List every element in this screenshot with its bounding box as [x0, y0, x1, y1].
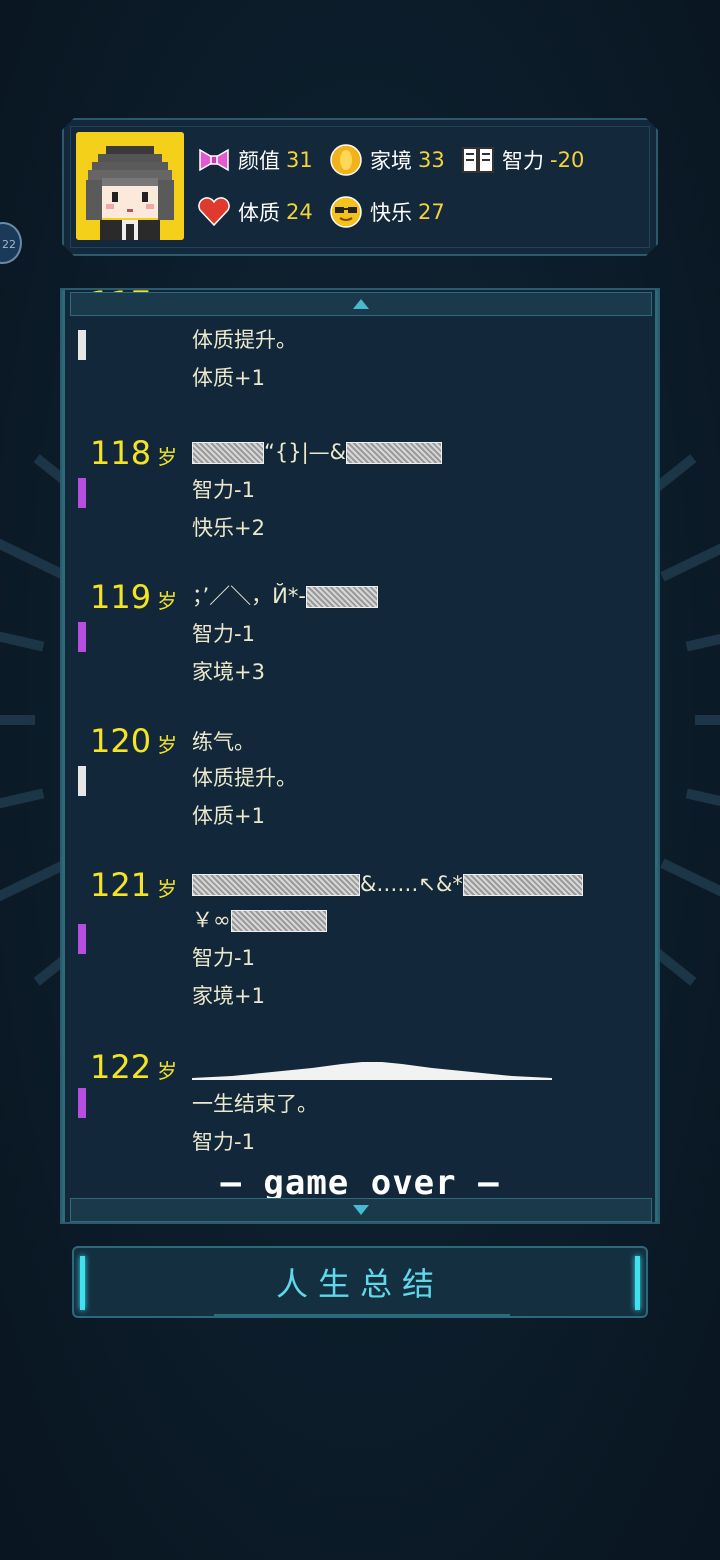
- glitch-block: [230, 910, 327, 932]
- entry-age: 118 岁: [90, 434, 178, 472]
- stat-appearance: 颜值 31: [196, 140, 313, 180]
- flatline-icon: [192, 1062, 552, 1080]
- entry-line: 家境+3: [192, 660, 265, 684]
- pixel-character-icon: [76, 132, 184, 240]
- heart-icon: [196, 194, 232, 230]
- stat-family-value: 33: [418, 148, 445, 172]
- stat-happiness-label: 快乐: [370, 201, 412, 225]
- book-icon: [460, 142, 496, 178]
- arrow-up-icon: [353, 299, 369, 309]
- game-screen: 22 颜值 31 家境 33 智力 -20 体质 24 快乐 27 体质提升。 …: [0, 0, 720, 1560]
- entry-marker: [78, 330, 86, 360]
- entry-line: 家境+1: [192, 984, 265, 1008]
- entry-line: 体质+1: [192, 366, 265, 390]
- entry-glitch-line: ；’／＼，Й*-: [192, 580, 378, 612]
- entry-age: 119 岁: [90, 578, 178, 616]
- entry-glitch-line: ￥∞: [192, 904, 327, 936]
- entry-line: 智力-1: [192, 946, 255, 970]
- scroll-down-button[interactable]: [70, 1198, 652, 1222]
- stat-intelligence-value: -20: [550, 148, 585, 172]
- life-summary-label: 人生总结: [275, 1265, 444, 1303]
- button-cap-left: [80, 1256, 85, 1310]
- stat-happiness-value: 27: [418, 200, 445, 224]
- entry-age: 121 岁: [90, 866, 178, 904]
- entry-line: 体质提升。: [192, 766, 297, 790]
- sunglasses-face-icon: [328, 194, 364, 230]
- entry-marker: [78, 478, 86, 508]
- entry-line: 智力-1: [192, 622, 255, 646]
- entry-line: 智力-1: [192, 478, 255, 502]
- attributes-panel: 颜值 31 家境 33 智力 -20 体质 24 快乐 27: [62, 118, 658, 256]
- background-ray: [0, 715, 35, 725]
- background-ray: [0, 788, 45, 819]
- entry-line: 练气。: [192, 730, 255, 754]
- entry-line: 快乐+2: [192, 516, 265, 540]
- flatline-graphic: [192, 1050, 552, 1082]
- entry-marker: [78, 766, 86, 796]
- stat-intelligence-label: 智力: [502, 149, 544, 173]
- stat-appearance-value: 31: [286, 148, 313, 172]
- entry-marker: [78, 1088, 86, 1118]
- side-bubble-badge[interactable]: 22: [0, 222, 22, 264]
- entry-glitch-line: “{}|—&: [192, 436, 443, 468]
- entry-glitch-line: &……↖&*: [192, 868, 583, 900]
- stat-intelligence: 智力 -20: [460, 140, 584, 180]
- background-ray: [660, 858, 720, 907]
- background-ray: [0, 621, 45, 652]
- stat-happiness: 快乐 27: [328, 192, 445, 232]
- glitch-block: [346, 442, 443, 464]
- panel-edge-left: [62, 290, 65, 1222]
- entry-marker: [78, 924, 86, 954]
- entry-age: 122 岁: [90, 1048, 178, 1086]
- stat-constitution-label: 体质: [238, 201, 280, 225]
- arrow-down-icon: [353, 1205, 369, 1215]
- glitch-block: [462, 874, 583, 896]
- coin-icon: [328, 142, 364, 178]
- panel-edge-right: [655, 290, 658, 1222]
- stat-constitution-value: 24: [286, 200, 313, 224]
- button-underbar: [214, 1314, 510, 1318]
- button-cap-right: [635, 1256, 640, 1310]
- background-ray: [685, 621, 720, 652]
- scroll-up-button[interactable]: [70, 292, 652, 316]
- bow-icon: [196, 142, 232, 178]
- background-ray: [660, 533, 720, 582]
- stat-family: 家境 33: [328, 140, 445, 180]
- entry-marker: [78, 622, 86, 652]
- stat-constitution: 体质 24: [196, 192, 313, 232]
- stat-appearance-label: 颜值: [238, 149, 280, 173]
- background-ray: [695, 715, 720, 725]
- life-summary-button[interactable]: 人生总结: [72, 1246, 648, 1318]
- entry-line: 体质提升。: [192, 328, 297, 352]
- glitch-block: [192, 442, 264, 464]
- entry-line: 智力-1: [192, 1130, 255, 1154]
- game-over-text: — game over —: [220, 1163, 500, 1203]
- entry-line: 体质+1: [192, 804, 265, 828]
- life-log-panel[interactable]: 117岁 体质提升。 体质+1 118岁 “{}|—& 智力-1 快乐+2 11…: [60, 288, 660, 1224]
- stat-family-label: 家境: [370, 149, 412, 173]
- background-ray: [685, 788, 720, 819]
- avatar: [76, 132, 184, 240]
- glitch-block: [192, 874, 360, 896]
- glitch-block: [305, 586, 378, 608]
- entry-age: 120 岁: [90, 722, 178, 760]
- entry-line: 一生结束了。: [192, 1092, 318, 1116]
